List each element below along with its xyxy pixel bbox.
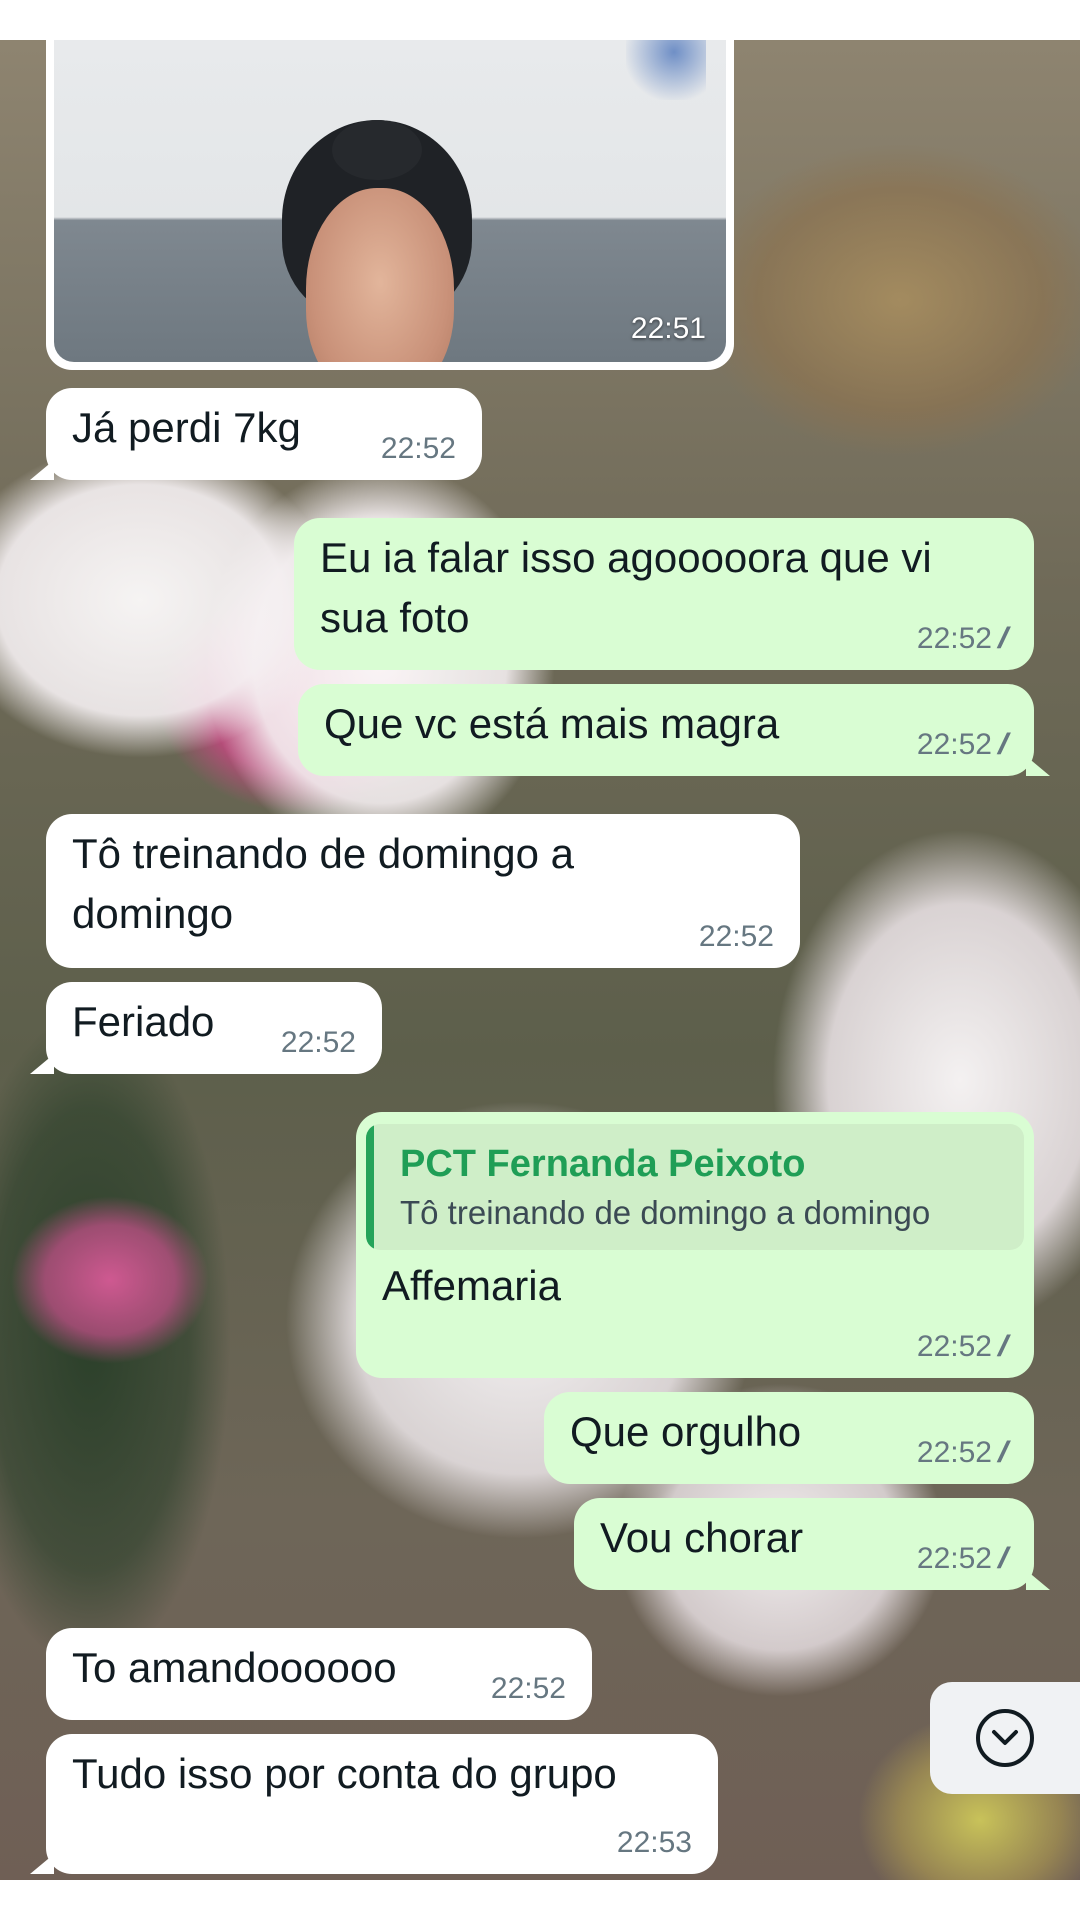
message-text: Já perdi 7kg [72,404,301,451]
message-text-line-2: sua foto [320,594,470,641]
message-time: 22:52 [916,1542,992,1575]
message-text: Que vc está mais magra [324,700,780,747]
message-outgoing-reply[interactable]: PCT Fernanda Peixoto Tô treinando de dom… [356,1112,1034,1378]
chevron-down-icon [992,1730,1018,1745]
message-incoming[interactable]: Já perdi 7kg 22:52 [30,388,482,480]
bubble-tail [1026,1570,1050,1590]
message-incoming[interactable]: Tô treinando de domingo a domingo 22:52 [46,814,800,968]
message-time: 22:52 [916,1436,992,1469]
message-meta: 22:52 [381,432,456,466]
message-meta: 22:52 [491,1672,566,1706]
message-meta: 22:52 // [916,1436,1010,1470]
message-text: Vou chorar [600,1514,804,1561]
message-text: Que orgulho [570,1408,802,1455]
bubble-tail [30,460,54,480]
message-outgoing[interactable]: Eu ia falar isso agooooora que vi sua fo… [294,518,1034,670]
message-text: Tudo isso por conta do grupo [72,1750,617,1797]
message-time: 22:52 [380,432,456,465]
photo-thumbnail[interactable]: 22:51 [54,40,726,362]
chevron-down-circle-icon [976,1709,1034,1767]
message-text: Affemaria [382,1262,561,1309]
quoted-text: Tô treinando de domingo a domingo [400,1194,931,1231]
message-text: To amandoooooo [72,1644,397,1691]
message-meta: 22:52 [281,1026,356,1060]
message-time: 22:52 [916,622,992,655]
message-time: 22:52 [490,1672,566,1705]
photo-background-detail [626,40,706,100]
message-text-line-1: Tô treinando de domingo a [72,830,575,877]
message-text-line-1: Eu ia falar isso agooooora que vi [320,534,932,581]
message-time: 22:51 [630,312,706,345]
message-time: 22:52 [698,920,774,953]
scroll-to-bottom-button[interactable] [930,1682,1080,1794]
message-incoming[interactable]: To amandoooooo 22:52 [46,1628,592,1720]
photo-message[interactable]: 22:51 [46,40,734,370]
message-outgoing[interactable]: Que orgulho 22:52 // [544,1392,1034,1484]
message-meta: 22:52 [699,920,774,954]
quoted-message[interactable]: PCT Fernanda Peixoto Tô treinando de dom… [366,1124,1024,1250]
message-time: 22:52 [916,1330,992,1363]
message-meta: 22:53 [617,1826,692,1860]
chat-screen: 22:51 Já perdi 7kg 22:52 Eu ia falar iss… [0,0,1080,1920]
message-outgoing[interactable]: Vou chorar 22:52 // [574,1498,1050,1590]
double-check-icon: // [1000,1330,1010,1364]
message-text-line-2: domingo [72,890,234,937]
double-check-icon: // [1000,622,1010,656]
double-check-icon: // [1000,1436,1010,1470]
photo-person-bun [332,120,422,180]
bottom-strip [0,1880,1080,1920]
message-meta: 22:52 // [916,622,1010,656]
message-meta: 22:52 // [916,1542,1010,1576]
bubble-tail [30,1854,54,1874]
double-check-icon: // [1000,1542,1010,1576]
quoted-author: PCT Fernanda Peixoto [400,1143,806,1185]
message-outgoing[interactable]: Que vc está mais magra 22:52 // [298,684,1050,776]
message-time: 22:52 [280,1026,356,1059]
bubble-tail [30,1054,54,1074]
double-check-icon: // [1000,728,1010,762]
message-meta: 22:52 // [916,1330,1010,1364]
message-time: 22:53 [616,1826,692,1859]
message-incoming[interactable]: Tudo isso por conta do grupo 22:53 [30,1734,718,1874]
bubble-tail [1026,756,1050,776]
message-meta: 22:52 // [916,728,1010,762]
message-time: 22:52 [916,728,992,761]
message-incoming[interactable]: Feriado 22:52 [30,982,382,1074]
top-strip [0,0,1080,40]
message-text: Feriado [72,998,215,1045]
